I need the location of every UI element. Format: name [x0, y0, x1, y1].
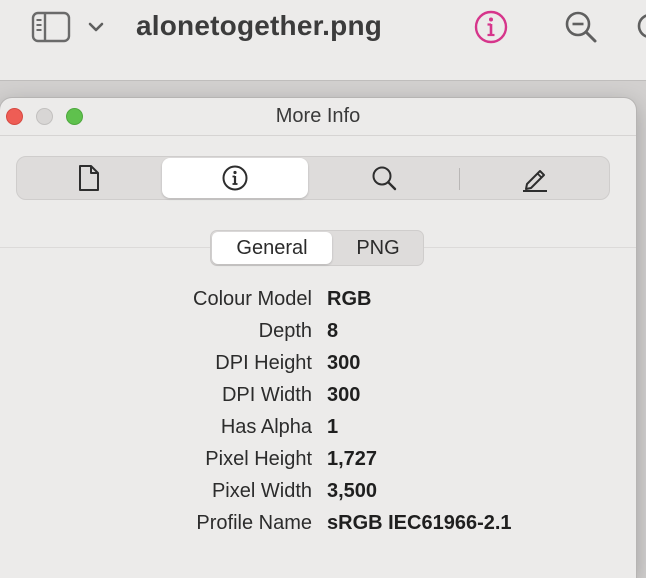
pencil-icon [523, 170, 547, 192]
subtab-bar: General PNG [210, 230, 424, 266]
zoom-in-icon [637, 14, 646, 38]
property-row: Profile Name sRGB IEC61966-2.1 [0, 512, 636, 544]
property-row: Pixel Height 1,727 [0, 448, 636, 480]
property-label: Colour Model [193, 288, 312, 310]
property-row: Colour Model RGB [0, 288, 636, 320]
info-circle-icon [474, 10, 508, 44]
property-row: Has Alpha 1 [0, 416, 636, 448]
document-icon [79, 165, 99, 191]
property-label: Has Alpha [220, 416, 312, 438]
property-label: Profile Name [196, 512, 312, 534]
tab-document[interactable] [17, 157, 161, 199]
property-label: DPI Height [215, 352, 312, 374]
tab-divider [459, 168, 460, 190]
window-title: More Info [275, 105, 361, 127]
sidebar-options-button[interactable] [86, 16, 106, 38]
property-value: sRGB IEC61966-2.1 [327, 512, 512, 534]
property-row: Depth 8 [0, 320, 636, 352]
magnifier-icon [372, 166, 397, 191]
info-circle-icon [222, 165, 248, 191]
property-value: 1 [327, 416, 339, 438]
property-row: DPI Width 300 [0, 384, 636, 416]
sidebar-icon [31, 11, 71, 43]
property-label: DPI Width [221, 384, 312, 406]
property-row: DPI Height 300 [0, 352, 636, 384]
sidebar-toggle-button[interactable] [30, 10, 74, 44]
property-value: 1,727 [327, 448, 378, 470]
property-value: RGB [327, 288, 372, 310]
property-value: 300 [327, 384, 361, 406]
zoom-out-icon [565, 11, 597, 43]
property-label: Pixel Height [205, 448, 312, 470]
window-titlebar: More Info [0, 98, 636, 136]
property-label: Pixel Width [211, 480, 312, 502]
inspector-tab-bar [16, 156, 610, 200]
tab-info[interactable] [162, 158, 308, 198]
document-title: alonetogether.png [136, 10, 383, 41]
inspector-button[interactable] [472, 8, 510, 46]
toolbar-overflow-button[interactable] [634, 12, 646, 42]
property-label: Depth [258, 320, 312, 342]
property-value: 3,500 [327, 480, 378, 502]
zoom-out-button[interactable] [562, 8, 600, 46]
tab-annotate[interactable] [461, 157, 609, 199]
subtab-png[interactable]: PNG [333, 231, 423, 265]
tab-search[interactable] [310, 157, 458, 199]
property-row: Pixel Width 3,500 [0, 480, 636, 512]
app-toolbar: alonetogether.png [0, 0, 646, 81]
chevron-down-icon [88, 22, 104, 32]
property-value: 300 [327, 352, 361, 374]
property-value: 8 [327, 320, 339, 342]
more-info-window: More Info General PNG Colour Model RGB D… [0, 98, 636, 578]
subtab-general[interactable]: General [212, 232, 332, 264]
